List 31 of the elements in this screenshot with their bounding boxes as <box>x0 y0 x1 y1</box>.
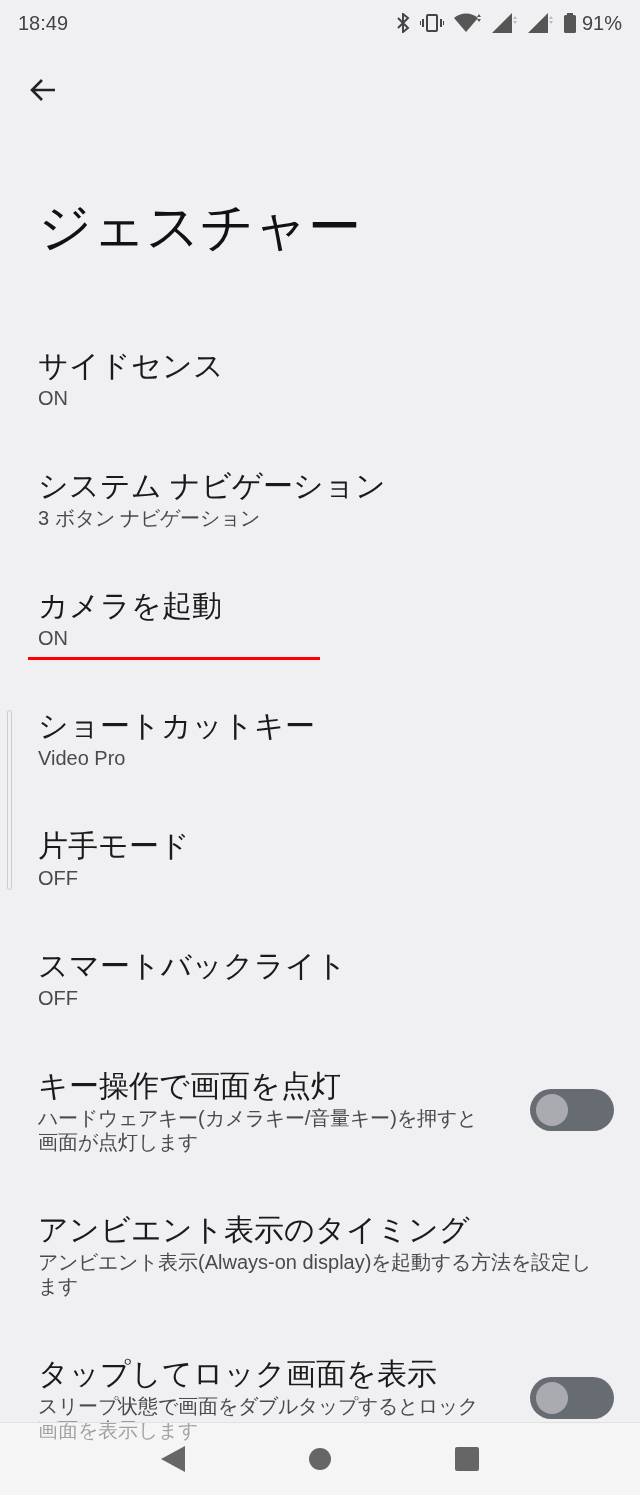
signal-icon <box>527 13 554 33</box>
status-time: 18:49 <box>18 11 69 36</box>
bluetooth-icon <box>395 13 410 33</box>
setting-summary: ハードウェアキー(カメラキー/音量キー)を押すと画面が点灯します <box>38 1106 478 1154</box>
setting-title: ショートカットキー <box>38 708 316 744</box>
setting-title: システム ナビゲーション <box>38 468 388 504</box>
setting-summary: ON <box>38 626 69 650</box>
vibrate-icon <box>419 13 444 33</box>
setting-summary: 3 ボタン ナビゲーション <box>38 506 262 530</box>
home-icon[interactable] <box>308 1447 332 1471</box>
setting-summary: アンビエント表示(Always-on display)を起動する方法を設定します <box>38 1250 593 1298</box>
setting-title: タップしてロック画面を表示 <box>38 1356 438 1392</box>
setting-title: スマートバックライト <box>38 948 348 984</box>
setting-summary: OFF <box>38 866 79 890</box>
wifi-icon <box>453 12 482 34</box>
recents-icon[interactable] <box>454 1447 479 1471</box>
setting-title: 片手モード <box>38 828 191 864</box>
scrollbar-icon <box>7 710 12 890</box>
setting-title: アンビエント表示のタイミング <box>38 1212 471 1248</box>
signal-icon <box>491 13 518 33</box>
page-title: ジェスチャー <box>38 199 361 253</box>
battery-level: 91% <box>581 11 622 36</box>
setting-title: サイドセンス <box>38 348 225 384</box>
setting-title: キー操作で画面を点灯 <box>38 1068 342 1104</box>
toggle-switch[interactable] <box>530 1089 614 1131</box>
toggle-switch[interactable] <box>530 1377 614 1419</box>
setting-title: カメラを起動 <box>38 588 223 624</box>
setting-summary: Video Pro <box>38 746 127 770</box>
setting-summary: OFF <box>38 986 79 1010</box>
battery-icon <box>563 13 576 33</box>
setting-summary: ON <box>38 386 69 410</box>
